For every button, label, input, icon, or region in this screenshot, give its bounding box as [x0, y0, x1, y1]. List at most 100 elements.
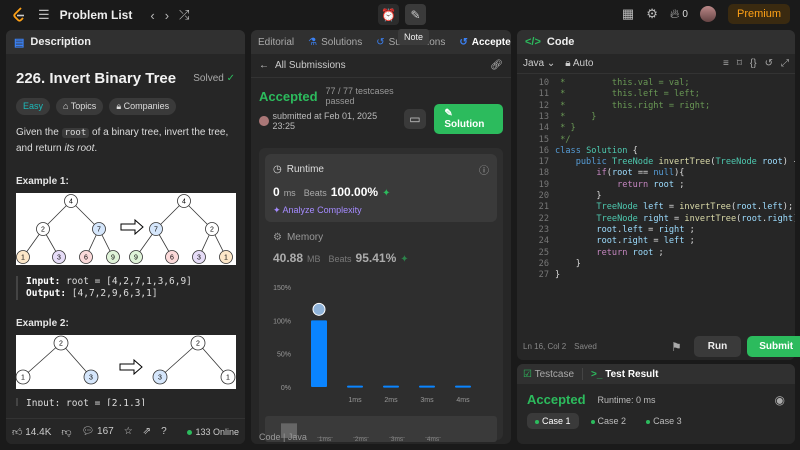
mini-tick-label: 2ms: [355, 436, 368, 442]
reset-icon[interactable]: ↺: [765, 58, 773, 69]
y-tick-label: 50%: [277, 352, 291, 359]
problem-list-icon[interactable]: ☰: [38, 7, 50, 23]
gear-icon[interactable]: ⚙: [646, 6, 658, 22]
tree-node-label: 9: [111, 255, 115, 262]
arrow-left-icon: ←: [259, 60, 269, 71]
bookmark-icon[interactable]: ⌑: [737, 58, 742, 69]
case-tab[interactable]: Case 2: [583, 413, 635, 429]
avatar[interactable]: [699, 6, 716, 22]
tree-node-label: 1: [21, 255, 25, 262]
topics-tag[interactable]: ⌂ Topics: [56, 98, 104, 115]
premium-button[interactable]: Premium: [727, 4, 790, 24]
tab-accepted[interactable]: ↺Accepted✕: [452, 37, 511, 48]
mini-tick-label: 1ms: [319, 436, 332, 442]
all-submissions-link[interactable]: ← All Submissions 🔗︎: [251, 54, 511, 78]
chart-bar: [419, 385, 435, 388]
analyze-complexity-link[interactable]: ✦ Analyze Complexity: [273, 205, 489, 216]
pass-dot: [590, 419, 595, 424]
celebration-icon: ✦: [400, 254, 409, 265]
comments-button[interactable]: 💬︎ 167: [82, 426, 114, 437]
leetcode-logo-icon[interactable]: [12, 7, 28, 23]
shuffle-icon[interactable]: ⤮: [179, 7, 189, 23]
share-icon[interactable]: ⇗: [143, 426, 151, 437]
timer-button[interactable]: ⏰: [378, 4, 399, 25]
auto-mode[interactable]: 🔒︎ Auto: [565, 58, 593, 69]
line-number: 26: [538, 258, 549, 269]
streak-count: 0: [682, 8, 688, 20]
solution-button[interactable]: ✎ Solution: [434, 104, 503, 134]
input-value: root = [4,2,7,1,3,6,9]: [66, 276, 192, 287]
x-tick-label: 1ms: [348, 397, 362, 404]
statement-code: root: [61, 128, 90, 138]
runtime-box[interactable]: ◷ Runtime ⓘ 0 ms Beats 100.00% ✦ ✦ Analyze…: [265, 154, 497, 222]
middle-tabs: Editorial ⚗Solutions ↺Submissions ↺Accep…: [251, 30, 511, 54]
chart-bar: [383, 385, 399, 388]
line-number: 18: [538, 168, 549, 179]
memory-section[interactable]: ⚙ Memory 40.88 MB Beats 95.41% ✦: [265, 222, 497, 275]
code-editor[interactable]: 10 * this.val = val; 11 * this.left = lef…: [517, 74, 795, 334]
language-select[interactable]: Java ⌄: [523, 58, 555, 69]
debug-icon[interactable]: ⚑: [671, 340, 682, 354]
submit-button[interactable]: Submit: [747, 336, 800, 357]
companies-label: Companies: [123, 101, 170, 111]
example-2-input: Input: root = [2,1,3]: [26, 398, 147, 406]
code-tab-header[interactable]: </> Code: [517, 30, 795, 54]
runtime-beats: 100.00%: [330, 185, 379, 199]
dislike-button[interactable]: 👎︎: [61, 426, 71, 438]
x-tick-label: 2ms: [384, 397, 398, 404]
format-icon[interactable]: ≡: [723, 58, 729, 69]
example-2-tree-image: 2 1 3 2 3 1: [15, 335, 236, 389]
result-runtime: Runtime: 0 ms: [597, 394, 656, 405]
help-icon[interactable]: ?: [161, 426, 167, 437]
x-tick-label: 3ms: [420, 397, 434, 404]
tab-solutions[interactable]: ⚗ Solutions: [301, 37, 369, 48]
case-label: Case 3: [653, 416, 682, 426]
companies-tag[interactable]: 🔒︎ Companies: [109, 98, 177, 115]
tab-test-result[interactable]: >_ Test Result: [591, 369, 658, 380]
testcase-label: Testcase: [534, 368, 575, 380]
problem-title[interactable]: 226. Invert Binary Tree: [16, 70, 176, 87]
tab-solutions-label: Solutions: [321, 36, 363, 48]
tab-editorial[interactable]: Editorial: [251, 37, 301, 48]
tree-node-label: 2: [196, 341, 200, 348]
streak-fire-icon[interactable]: 🔥︎ 0: [670, 6, 688, 22]
code-line: if(root == null){: [596, 168, 685, 179]
history-icon: ↺: [459, 36, 468, 48]
problem-list-title[interactable]: Problem List: [60, 8, 133, 22]
line-number: 16: [538, 145, 549, 156]
info-icon[interactable]: ⓘ: [479, 162, 489, 177]
code-line: }: [555, 258, 581, 269]
flask-icon: ⚗: [308, 36, 318, 48]
tab-testcase[interactable]: ☑ Testcase: [523, 369, 574, 380]
expand-icon[interactable]: ⤢: [781, 58, 789, 69]
chevron-left-icon[interactable]: ‹: [150, 8, 154, 23]
runtime-distribution-chart[interactable]: 150% 100% 50% 0% 1ms 2ms 3ms 4ms: [265, 279, 497, 407]
link-icon[interactable]: 🔗︎: [490, 60, 503, 71]
alarm-clock-icon: ⏰: [381, 7, 396, 22]
example-2-code-partial: Input: root = [2,1,3]: [16, 398, 235, 406]
layout-grid-icon[interactable]: ▦: [622, 6, 634, 22]
saved-status: Saved: [574, 341, 597, 351]
eye-icon[interactable]: ◉: [775, 393, 785, 407]
online-dot: [187, 429, 193, 435]
braces-icon[interactable]: {}: [750, 58, 757, 69]
description-tab-header[interactable]: ▤ Description: [6, 30, 245, 54]
run-button[interactable]: Run: [693, 336, 742, 357]
case-tab[interactable]: Case 1: [527, 413, 579, 429]
submitted-time: submitted at Feb 01, 2025 23:25: [272, 110, 378, 131]
code-line: class Solution {: [555, 145, 638, 156]
comments-count: 167: [97, 426, 114, 437]
chart-bar: [347, 385, 363, 388]
tree-node-label: 3: [57, 255, 61, 262]
case-tab[interactable]: Case 3: [638, 413, 690, 429]
beats-label: Beats: [328, 254, 352, 264]
memory-label: Memory: [286, 232, 324, 243]
note-button[interactable]: ✎: [405, 4, 426, 25]
code-line: * this.val = val;: [555, 78, 690, 88]
chevron-right-icon[interactable]: ›: [165, 8, 169, 23]
notebook-button[interactable]: ▭: [403, 109, 427, 129]
tree-edge: [159, 342, 199, 378]
star-icon[interactable]: ☆: [124, 426, 133, 437]
like-button[interactable]: 👍︎ 14.4K: [12, 426, 51, 438]
solved-status: Solved ✓: [193, 73, 235, 84]
